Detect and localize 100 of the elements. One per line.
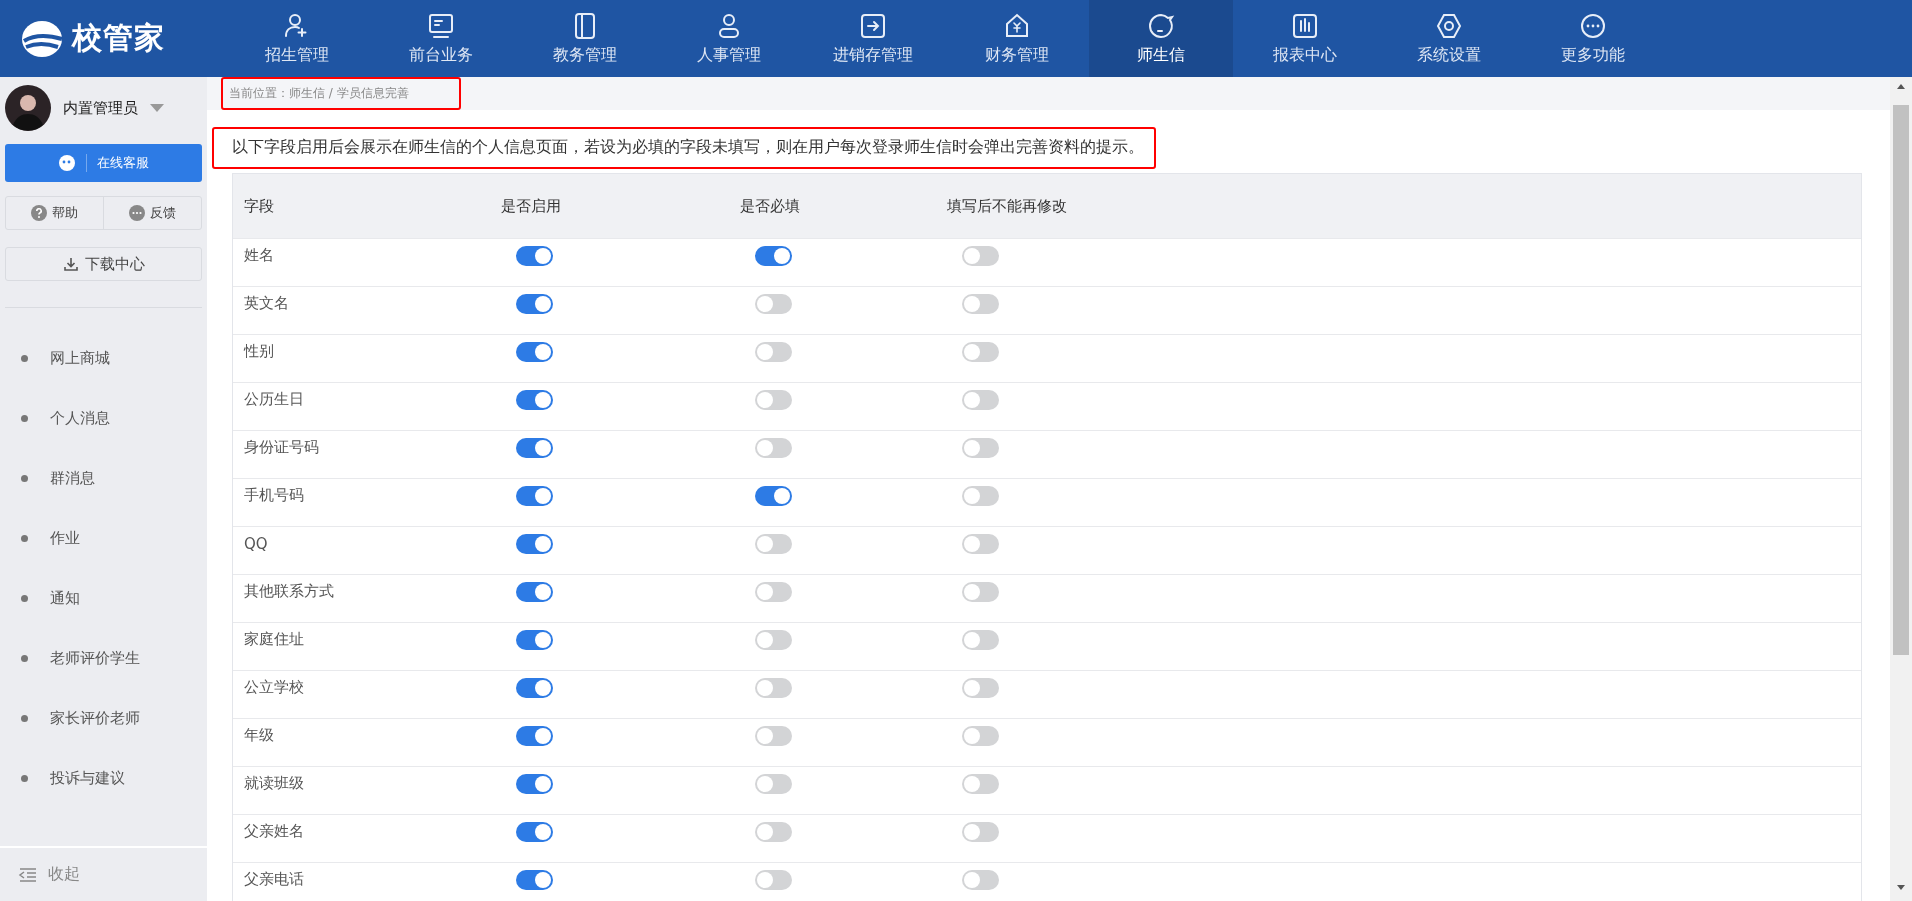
toggle-switch[interactable] [962, 437, 999, 458]
arrow-box-icon [859, 11, 887, 40]
toggle-switch[interactable] [962, 341, 999, 362]
sidebar-item[interactable]: 个人消息 [0, 388, 207, 448]
sidebar-item[interactable]: 家长评价老师 [0, 688, 207, 748]
sidebar-item[interactable]: 作业 [0, 508, 207, 568]
user-name[interactable]: 内置管理员 [63, 98, 138, 118]
toggle-switch[interactable] [755, 725, 792, 746]
nav-tab[interactable]: 前台业务 [369, 0, 513, 77]
toggle-switch[interactable] [755, 581, 792, 602]
nav-tab[interactable]: 报表中心 [1233, 0, 1377, 77]
sidebar-item[interactable]: 通知 [0, 568, 207, 628]
toggle-switch[interactable] [516, 725, 553, 746]
toggle-switch[interactable] [962, 293, 999, 314]
toggle-switch[interactable] [516, 821, 553, 842]
toggle-switch[interactable] [516, 773, 553, 794]
logo-text: 校管家 [72, 19, 165, 57]
toggle-switch[interactable] [755, 245, 792, 266]
toggle-switch[interactable] [755, 389, 792, 410]
sidebar-item[interactable]: 投诉与建议 [0, 748, 207, 808]
toggle-switch[interactable] [516, 341, 553, 362]
chat-bubble-icon [1147, 11, 1175, 40]
toggle-switch[interactable] [516, 293, 553, 314]
field-name: 英文名 [243, 294, 290, 314]
toggle-switch[interactable] [755, 533, 792, 554]
nav-tab[interactable]: 更多功能 [1521, 0, 1665, 77]
toggle-switch[interactable] [962, 629, 999, 650]
chat-bubble-icon [129, 205, 145, 221]
toggle-switch[interactable] [962, 821, 999, 842]
toggle-switch[interactable] [516, 533, 553, 554]
toggle-switch[interactable] [516, 581, 553, 602]
toggle-switch[interactable] [962, 533, 999, 554]
toggle-switch[interactable] [755, 773, 792, 794]
online-service-button[interactable]: 在线客服 [5, 144, 202, 182]
column-header: 填写后不能再修改 [946, 196, 1068, 216]
toggle-switch[interactable] [962, 485, 999, 506]
nav-tab[interactable]: 系统设置 [1377, 0, 1521, 77]
toggle-switch[interactable] [962, 677, 999, 698]
toggle-switch[interactable] [962, 581, 999, 602]
field-name: 手机号码 [243, 486, 305, 506]
toggle-switch[interactable] [755, 437, 792, 458]
dropdown-caret-icon[interactable] [150, 104, 164, 112]
field-name: 公立学校 [243, 678, 305, 698]
nav-tab[interactable]: 人事管理 [657, 0, 801, 77]
help-button[interactable]: 帮助 [6, 197, 103, 229]
monitor-icon [427, 11, 455, 40]
toggle-switch[interactable] [516, 245, 553, 266]
field-name: 父亲姓名 [243, 822, 305, 842]
toggle-switch[interactable] [755, 485, 792, 506]
scrollbar[interactable] [1890, 77, 1912, 901]
column-header: 是否启用 [500, 196, 562, 216]
toggle-switch[interactable] [755, 629, 792, 650]
toggle-switch[interactable] [755, 293, 792, 314]
field-name: 就读班级 [243, 774, 305, 794]
settings-icon [1435, 11, 1463, 40]
help-icon [31, 205, 47, 221]
toggle-switch[interactable] [962, 869, 999, 890]
nav-tab[interactable]: 师生信 [1089, 0, 1233, 77]
feedback-button[interactable]: 反馈 [103, 197, 201, 229]
column-header: 是否必填 [739, 196, 801, 216]
field-name: 家庭住址 [243, 630, 305, 650]
nav-tab[interactable]: 教务管理 [513, 0, 657, 77]
more-icon [1579, 11, 1607, 40]
field-name: 姓名 [243, 246, 275, 266]
nav-tab[interactable]: 招生管理 [225, 0, 369, 77]
toggle-switch[interactable] [755, 677, 792, 698]
breadcrumb: 当前位置：师生信 / 学员信息完善 [221, 77, 461, 110]
toggle-switch[interactable] [962, 245, 999, 266]
toggle-switch[interactable] [516, 677, 553, 698]
toggle-switch[interactable] [755, 869, 792, 890]
chat-icon [58, 154, 76, 172]
collapse-icon [18, 866, 38, 883]
field-name: 公历生日 [243, 390, 305, 410]
field-name: 父亲电话 [243, 870, 305, 890]
toggle-switch[interactable] [516, 869, 553, 890]
field-name: 身份证号码 [243, 438, 320, 458]
notice-text: 以下字段启用后会展示在师生信的个人信息页面，若设为必填的字段未填写，则在用户每次登录师生信时会弹出完善资料的提示。 [212, 127, 1156, 169]
sidebar-item[interactable]: 群消息 [0, 448, 207, 508]
toggle-switch[interactable] [962, 773, 999, 794]
field-name: 年级 [243, 726, 275, 746]
toggle-switch[interactable] [516, 485, 553, 506]
house-icon [1003, 11, 1031, 40]
toggle-switch[interactable] [755, 821, 792, 842]
toggle-switch[interactable] [516, 389, 553, 410]
bar-chart-icon [1291, 11, 1319, 40]
column-header: 字段 [243, 196, 275, 216]
toggle-switch[interactable] [962, 389, 999, 410]
nav-tab[interactable]: 财务管理 [945, 0, 1089, 77]
avatar [5, 85, 51, 131]
sidebar-item[interactable]: 老师评价学生 [0, 628, 207, 688]
download-center-button[interactable]: 下载中心 [5, 247, 202, 281]
toggle-switch[interactable] [516, 437, 553, 458]
toggle-switch[interactable] [516, 629, 553, 650]
toggle-switch[interactable] [962, 725, 999, 746]
field-name: 性别 [242, 342, 275, 362]
download-icon [62, 256, 79, 272]
sidebar-item[interactable]: 网上商城 [0, 328, 207, 388]
field-name: QQ [243, 534, 269, 553]
toggle-switch[interactable] [755, 341, 792, 362]
nav-tab[interactable]: 进销存管理 [801, 0, 945, 77]
